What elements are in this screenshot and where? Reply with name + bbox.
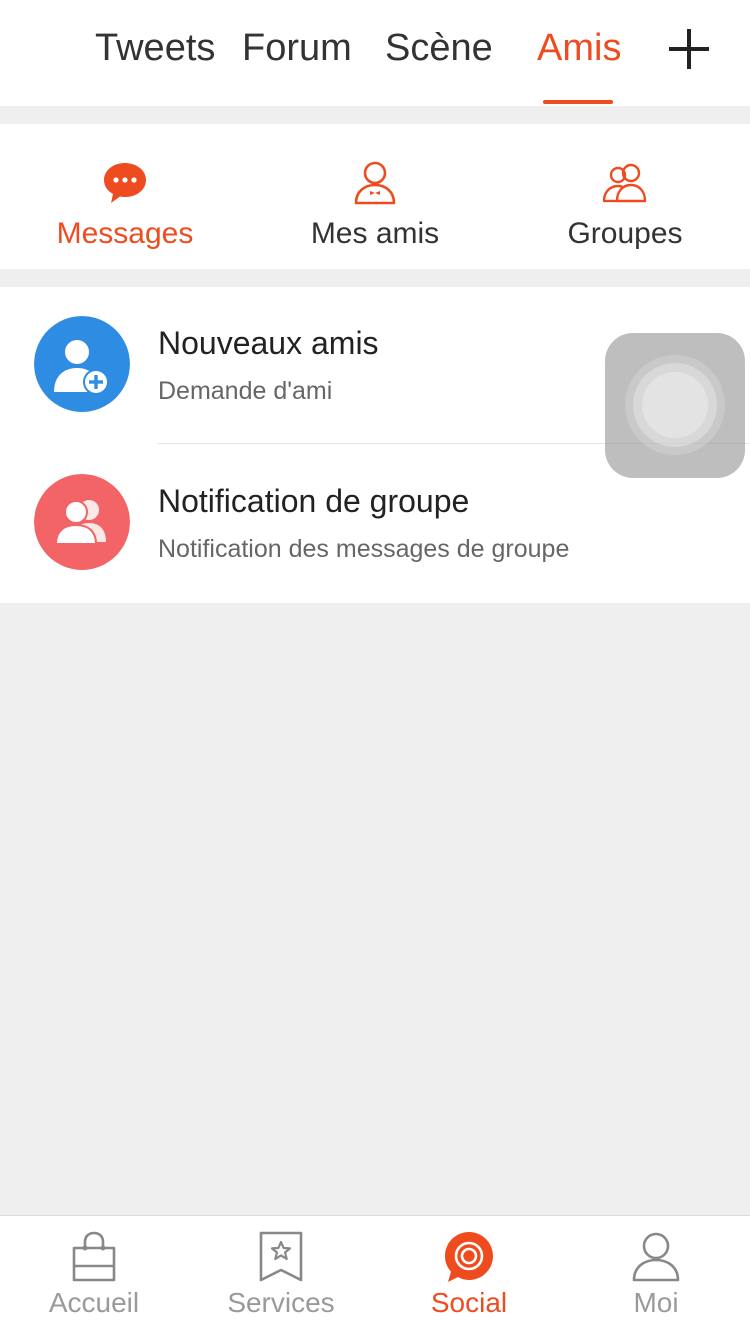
friends-screen: Tweets Forum Scène Amis Messages Mes ami… [0,0,750,1334]
bottom-tab-social[interactable]: Social [375,1216,563,1334]
social-target-icon [445,1232,493,1282]
plus-icon[interactable] [666,26,712,72]
bag-icon [72,1231,116,1282]
bottom-tab-accueil[interactable]: Accueil [0,1216,188,1334]
segment-label-messages: Messages [56,217,194,250]
bottom-tab-label: Social [430,1287,508,1318]
chat-bubble-icon [104,163,146,203]
segment-messages[interactable]: Messages [0,124,250,269]
bottom-tab-label: Services [227,1287,335,1318]
assistive-touch-center [642,372,708,438]
segment-label-mes-amis: Mes amis [310,217,440,250]
tab-tweets[interactable]: Tweets [95,26,215,70]
tab-forum[interactable]: Forum [242,26,352,70]
bookmark-star-icon [259,1231,303,1282]
segment-label-groupes: Groupes [567,217,683,250]
group-notification-icon [34,474,130,570]
segment-bar: Messages Mes amis Groupes [0,124,750,269]
add-friend-icon [34,316,130,412]
bottom-tab-label: Accueil [48,1287,140,1318]
person-icon [354,161,396,205]
user-icon [632,1232,680,1282]
list-item-title: Nouveaux amis [158,325,379,361]
group-icon [602,163,647,203]
top-navigation: Tweets Forum Scène Amis [0,0,750,106]
list-item-title: Notification de groupe [158,483,470,519]
bottom-tab-bar: Accueil Services Social Moi [0,1215,750,1334]
segment-mes-amis[interactable]: Mes amis [250,124,500,269]
list-item-subtitle: Notification des messages de groupe [158,535,570,563]
assistive-touch-button[interactable] [605,333,745,478]
tab-amis[interactable]: Amis [537,26,621,70]
segment-groupes[interactable]: Groupes [500,124,750,269]
bottom-tab-moi[interactable]: Moi [562,1216,750,1334]
list-item-subtitle: Demande d'ami [158,377,333,405]
bottom-tab-label: Moi [633,1287,679,1318]
bottom-tab-services[interactable]: Services [187,1216,375,1334]
active-tab-indicator [543,100,613,104]
tab-scene[interactable]: Scène [385,26,493,70]
